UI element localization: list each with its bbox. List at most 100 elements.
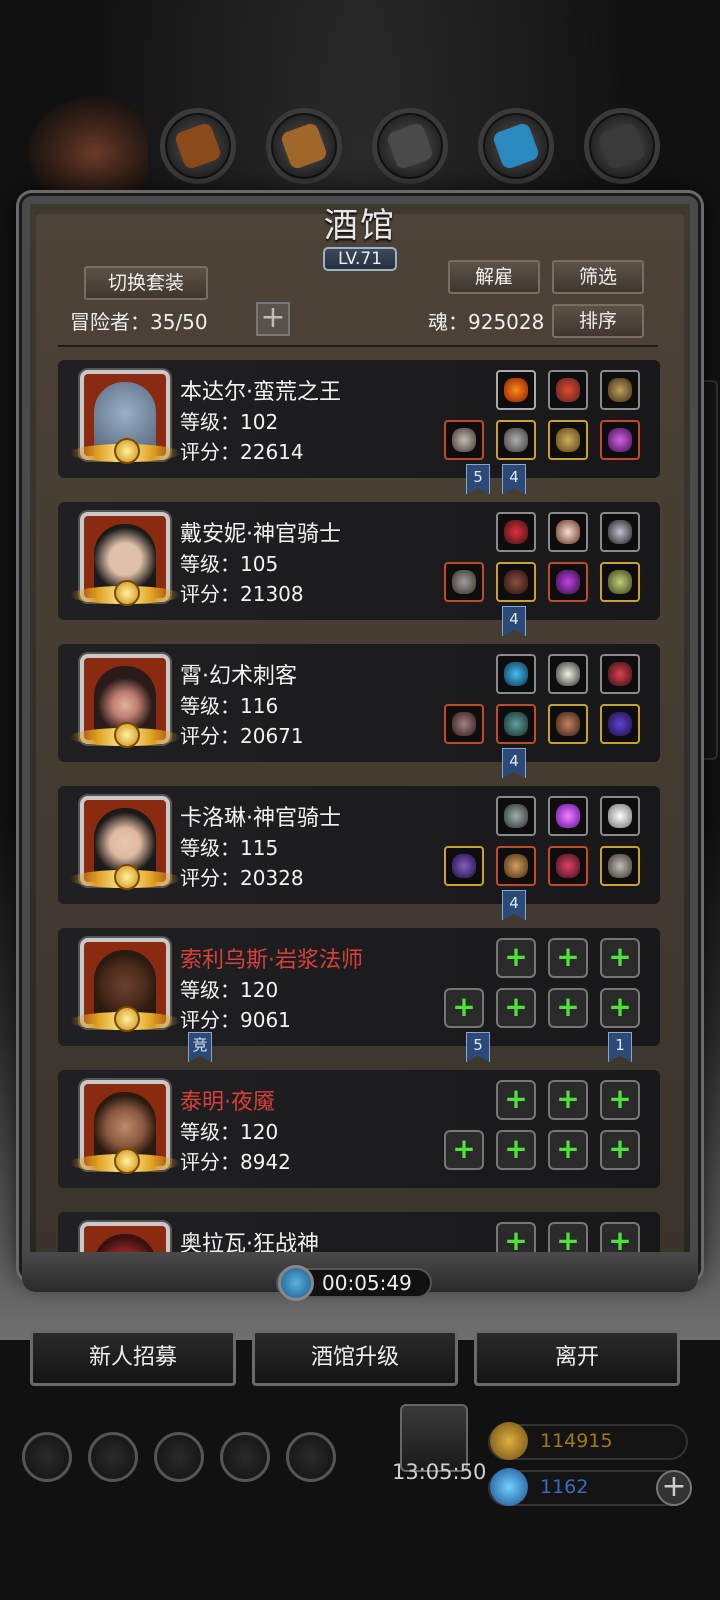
hero-level: 等级：115 (180, 836, 279, 860)
equip-slot[interactable] (600, 420, 640, 460)
empty-slot-plus-icon[interactable]: + (600, 1130, 640, 1170)
set-tag: 5 (466, 464, 490, 494)
empty-slot-plus-icon[interactable]: + (496, 988, 536, 1028)
equip-slot[interactable] (444, 704, 484, 744)
divider (58, 345, 658, 347)
hero-level: 等级：116 (180, 694, 279, 718)
empty-slot-plus-icon[interactable]: + (548, 1130, 588, 1170)
empty-slot-plus-icon[interactable]: + (496, 938, 536, 978)
hero-card[interactable]: 索利乌斯·岩浆法师 等级：120 评分：9061 + + + + + + + (58, 928, 660, 1046)
equip-slot[interactable] (496, 420, 536, 460)
gem-amount: 1162 (540, 1476, 589, 1498)
equip-slot[interactable] (600, 512, 640, 552)
menu-gear-icon[interactable] (22, 1432, 72, 1482)
switch-outfit-button[interactable]: 切换套装 (84, 266, 208, 300)
hero-level: 等级：105 (180, 552, 279, 576)
sort-button[interactable]: 排序 (552, 304, 644, 338)
equip-slot[interactable] (496, 704, 536, 744)
hero-score: 评分：20328 (180, 866, 304, 890)
empty-slot-plus-icon[interactable]: + (496, 1080, 536, 1120)
empty-slot-plus-icon[interactable]: + (600, 1080, 640, 1120)
equip-slot[interactable] (548, 846, 588, 886)
equip-slot[interactable] (600, 796, 640, 836)
top-tab-wood-icon[interactable] (266, 108, 342, 184)
top-tab-helmet-icon[interactable] (160, 108, 236, 184)
hero-level: 等级：120 (180, 1120, 279, 1144)
equip-slot[interactable] (496, 512, 536, 552)
empty-slot-plus-icon[interactable]: + (496, 1130, 536, 1170)
empty-slot-plus-icon[interactable]: + (600, 938, 640, 978)
set-tag: 1 (608, 1032, 632, 1062)
hero-score: 评分：21308 (180, 582, 304, 606)
hero-portrait (70, 512, 180, 606)
adventurer-count: 冒险者：35/50 (70, 310, 208, 334)
empty-slot-plus-icon[interactable]: + (548, 1080, 588, 1120)
gem-icon (490, 1468, 528, 1506)
recruit-button[interactable]: 新人招募 (30, 1330, 236, 1386)
menu-hero-icon[interactable] (88, 1432, 138, 1482)
equip-slot[interactable] (444, 846, 484, 886)
equip-slot[interactable] (444, 562, 484, 602)
equip-slot[interactable] (600, 562, 640, 602)
hero-card[interactable]: 卡洛琳·神官骑士 等级：115 评分：20328 (58, 786, 660, 904)
hero-portrait (70, 938, 180, 1032)
hero-name: 戴安妮·神官骑士 (180, 522, 341, 547)
equip-slot[interactable] (496, 796, 536, 836)
equip-slot[interactable] (548, 704, 588, 744)
filter-button[interactable]: 筛选 (552, 260, 644, 294)
menu-settings-icon[interactable] (286, 1432, 336, 1482)
equip-slot[interactable] (496, 846, 536, 886)
hero-score: 评分：20671 (180, 724, 304, 748)
equip-slot[interactable] (600, 704, 640, 744)
equip-slot[interactable] (548, 512, 588, 552)
empty-slot-plus-icon[interactable]: + (548, 938, 588, 978)
equip-slot[interactable] (600, 370, 640, 410)
refresh-timer: 00:05:49 (322, 1271, 412, 1295)
equip-slot[interactable] (600, 846, 640, 886)
hero-portrait (70, 796, 180, 890)
hero-score: 评分：8942 (180, 1150, 291, 1174)
equip-slot[interactable] (496, 562, 536, 602)
hero-name: 霄·幻术刺客 (180, 664, 297, 689)
set-tag: 4 (502, 748, 526, 778)
hero-score: 评分：22614 (180, 440, 304, 464)
top-tab-crystal-icon[interactable] (478, 108, 554, 184)
equip-slot[interactable] (600, 654, 640, 694)
tavern-upgrade-button[interactable]: 酒馆升级 (252, 1330, 458, 1386)
equip-slot[interactable] (548, 796, 588, 836)
equip-slot[interactable] (548, 420, 588, 460)
menu-mail-icon[interactable] (220, 1432, 270, 1482)
top-hero-avatar[interactable] (28, 98, 148, 198)
page-title: 酒馆 (324, 206, 396, 246)
hero-name: 本达尔·蛮荒之王 (180, 380, 341, 405)
leave-button[interactable]: 离开 (474, 1330, 680, 1386)
add-gems-button[interactable]: + (656, 1470, 692, 1506)
equip-slot[interactable] (548, 654, 588, 694)
hero-card[interactable]: 戴安妮·神官骑士 等级：105 评分：21308 (58, 502, 660, 620)
hero-card[interactable]: 泰明·夜魇 等级：120 评分：8942 + + + + + + + (58, 1070, 660, 1188)
equip-slot[interactable] (548, 370, 588, 410)
empty-slot-plus-icon[interactable]: + (600, 988, 640, 1028)
top-tab-iron-icon[interactable] (584, 108, 660, 184)
equip-slot[interactable] (444, 420, 484, 460)
set-tag: 4 (502, 890, 526, 920)
set-tag: 5 (466, 1032, 490, 1062)
empty-slot-plus-icon[interactable]: + (444, 1130, 484, 1170)
gold-coin-icon (490, 1422, 528, 1460)
equip-slot[interactable] (496, 654, 536, 694)
set-tag: 4 (502, 464, 526, 494)
top-tab-stone-icon[interactable] (372, 108, 448, 184)
gift-timer: 13:05:50 (392, 1460, 487, 1484)
equip-slot[interactable] (548, 562, 588, 602)
add-slot-button[interactable]: + (256, 302, 290, 336)
empty-slot-plus-icon[interactable]: + (548, 988, 588, 1028)
hero-portrait (70, 1080, 180, 1174)
equip-slot[interactable] (496, 370, 536, 410)
menu-book-icon[interactable] (154, 1432, 204, 1482)
dismiss-button[interactable]: 解雇 (448, 260, 540, 294)
set-tag: 4 (502, 606, 526, 636)
empty-slot-plus-icon[interactable]: + (444, 988, 484, 1028)
hero-card[interactable]: 本达尔·蛮荒之王 等级：102 评分：22614 (58, 360, 660, 478)
hero-list[interactable]: 本达尔·蛮荒之王 等级：102 评分：22614 5 4 戴安妮·神官骑士 等级… (58, 352, 668, 1270)
hero-card[interactable]: 霄·幻术刺客 等级：116 评分：20671 (58, 644, 660, 762)
